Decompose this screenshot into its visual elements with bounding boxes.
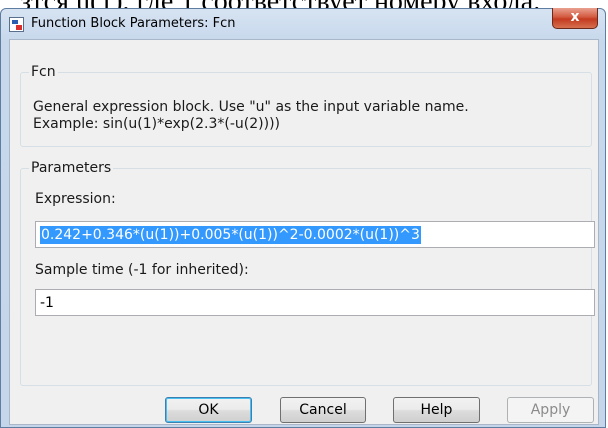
- close-button[interactable]: x: [552, 8, 598, 29]
- dialog-client-area: Fcn General expression block. Use "u" as…: [9, 39, 599, 425]
- help-button[interactable]: Help: [393, 397, 480, 423]
- sample-time-label: Sample time (-1 for inherited):: [35, 262, 249, 278]
- simulink-block-icon: [9, 17, 24, 32]
- expression-value-selected: 0.242+0.346*(u(1))+0.005*(u(1))^2-0.0002…: [40, 226, 421, 244]
- description-line-2: Example: sin(u(1)*exp(2.3*(-u(2)))): [33, 116, 280, 132]
- block-description-group: Fcn General expression block. Use "u" as…: [20, 64, 592, 147]
- ok-button[interactable]: OK: [165, 397, 252, 423]
- window-title: Function Block Parameters: Fcn: [31, 16, 236, 31]
- description-line-1: General expression block. Use "u" as the…: [33, 99, 469, 115]
- parameters-group-title: Parameters: [29, 160, 114, 176]
- sample-time-field[interactable]: -1: [35, 289, 595, 316]
- cancel-button[interactable]: Cancel: [280, 397, 366, 423]
- apply-button[interactable]: Apply: [507, 397, 594, 423]
- block-group-title: Fcn: [29, 64, 58, 80]
- function-block-parameters-dialog: Function Block Parameters: Fcn x Fcn Gen…: [0, 8, 606, 428]
- parameters-group: Parameters Expression: 0.242+0.346*(u(1)…: [20, 160, 595, 386]
- title-bar[interactable]: Function Block Parameters: Fcn x: [1, 8, 605, 39]
- block-description: General expression block. Use "u" as the…: [33, 99, 469, 133]
- sample-time-value: -1: [40, 295, 54, 311]
- expression-label: Expression:: [35, 191, 116, 207]
- expression-field[interactable]: 0.242+0.346*(u(1))+0.005*(u(1))^2-0.0002…: [35, 221, 595, 248]
